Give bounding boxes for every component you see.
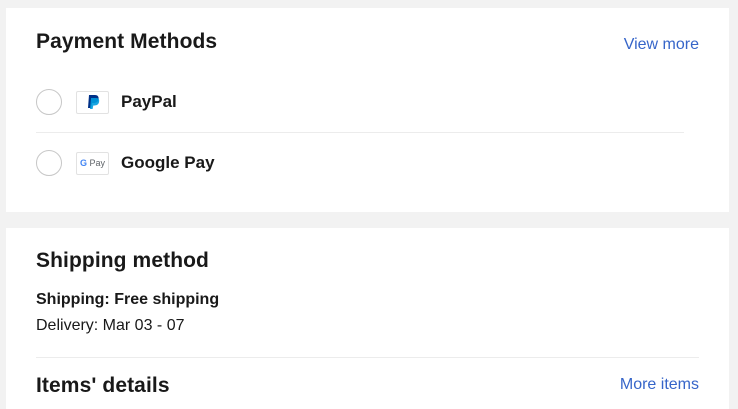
google-pay-label: Google Pay bbox=[121, 153, 215, 172]
payment-methods-title: Payment Methods bbox=[36, 30, 218, 53]
payment-option-google-pay[interactable]: G Pay Google Pay bbox=[36, 133, 684, 193]
paypal-label: PayPal bbox=[121, 92, 177, 111]
view-more-link[interactable]: View more bbox=[624, 36, 699, 54]
delivery-date-text: Delivery: Mar 03 - 07 bbox=[36, 317, 185, 334]
paypal-logo-icon bbox=[76, 90, 109, 114]
items-details-title: Items' details bbox=[36, 374, 170, 397]
shipping-divider bbox=[36, 357, 699, 358]
more-items-link[interactable]: More items bbox=[620, 376, 699, 394]
google-pay-radio[interactable] bbox=[36, 150, 62, 176]
shipping-card: Shipping method Shipping: Free shipping … bbox=[6, 228, 729, 409]
shipping-method-title: Shipping method bbox=[36, 249, 209, 272]
payment-option-paypal[interactable]: PayPal bbox=[36, 72, 684, 132]
google-pay-logo-icon: G Pay bbox=[76, 151, 109, 175]
shipping-cost-text: Shipping: Free shipping bbox=[36, 291, 220, 308]
payment-methods-card: Payment Methods View more PayPal G Pay G… bbox=[6, 8, 729, 212]
paypal-radio[interactable] bbox=[36, 89, 62, 115]
